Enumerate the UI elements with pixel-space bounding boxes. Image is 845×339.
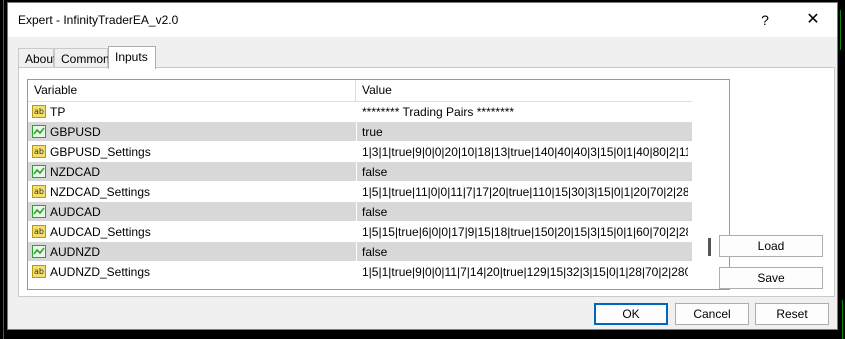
table-row[interactable]: ab AUDNZD_Settings 1|5|1|true|9|0|0|11|7|1… — [28, 262, 692, 282]
chart-background-line — [842, 300, 843, 339]
variable-value[interactable]: 1|5|1|true|11|0|0|11|7|17|20|true|110|15… — [362, 182, 688, 202]
variable-name: AUDCAD_Settings — [50, 225, 151, 239]
tab-about[interactable]: About — [18, 48, 56, 68]
variable-name: TP — [50, 105, 66, 119]
close-button[interactable]: ✕ — [803, 10, 823, 30]
window-title: Expert - InfinityTraderEA_v2.0 — [18, 13, 179, 27]
column-divider — [356, 202, 357, 221]
variable-name: AUDCAD — [50, 205, 101, 219]
string-parameter-icon: ab — [32, 225, 46, 238]
chart-background-line — [840, 10, 841, 50]
load-button[interactable]: Load — [719, 235, 823, 257]
grid-rows: ab TP ******** Trading Pairs ******** GBPUS… — [28, 102, 692, 282]
column-divider — [356, 222, 357, 241]
tab-common[interactable]: Common — [54, 48, 110, 68]
table-row[interactable]: ab NZDCAD_Settings 1|5|1|true|11|0|0|11|7|… — [28, 182, 692, 202]
table-row[interactable]: AUDCAD false — [28, 202, 692, 222]
expert-properties-dialog: Expert - InfinityTraderEA_v2.0 ? ✕ About… — [7, 2, 838, 330]
column-divider — [356, 182, 357, 201]
reset-button[interactable]: Reset — [755, 303, 829, 325]
inputs-grid: Variable Value ab TP ******** Trading Pair… — [27, 79, 730, 290]
variable-value[interactable]: 1|5|1|true|9|0|0|11|7|14|20|true|129|15|… — [362, 262, 688, 282]
column-divider — [356, 262, 357, 281]
column-divider — [356, 162, 357, 181]
variable-value[interactable]: false — [362, 242, 688, 262]
boolean-parameter-icon — [32, 245, 46, 258]
table-row[interactable]: GBPUSD true — [28, 122, 692, 142]
chart-background-line — [3, 0, 4, 339]
variable-value[interactable]: true — [362, 122, 688, 142]
variable-name: AUDNZD_Settings — [50, 265, 151, 279]
variable-value[interactable]: 1|3|1|true|9|0|0|20|10|18|13|true|140|40… — [362, 142, 688, 162]
column-divider — [356, 242, 357, 261]
table-row[interactable]: ab TP ******** Trading Pairs ******** — [28, 102, 692, 122]
variable-name: GBPUSD — [50, 125, 101, 139]
variable-value[interactable]: ******** Trading Pairs ******** — [362, 102, 688, 122]
scrollbar-thumb[interactable] — [708, 238, 711, 256]
save-button[interactable]: Save — [719, 267, 823, 289]
inputs-panel: Variable Value ab TP ******** Trading Pair… — [18, 67, 835, 297]
string-parameter-icon: ab — [32, 105, 46, 118]
variable-value[interactable]: 1|5|15|true|6|0|0|17|9|15|18|true|150|20… — [362, 222, 688, 242]
column-divider — [356, 102, 357, 121]
boolean-parameter-icon — [32, 205, 46, 218]
table-row[interactable]: ab AUDCAD_Settings 1|5|15|true|6|0|0|17|9|… — [28, 222, 692, 242]
variable-value[interactable]: false — [362, 162, 688, 182]
grid-header: Variable Value — [28, 80, 692, 102]
title-bar: Expert - InfinityTraderEA_v2.0 ? ✕ — [8, 3, 837, 37]
variable-name: NZDCAD — [50, 165, 100, 179]
column-divider — [356, 142, 357, 161]
string-parameter-icon: ab — [32, 185, 46, 198]
string-parameter-icon: ab — [32, 265, 46, 278]
vertical-scrollbar[interactable] — [692, 80, 729, 289]
column-header-value[interactable]: Value — [356, 80, 692, 101]
table-row[interactable]: ab GBPUSD_Settings 1|3|1|true|9|0|0|20|10|… — [28, 142, 692, 162]
variable-name: AUDNZD — [50, 245, 100, 259]
boolean-parameter-icon — [32, 125, 46, 138]
tab-inputs[interactable]: Inputs — [108, 46, 156, 69]
string-parameter-icon: ab — [32, 145, 46, 158]
help-button[interactable]: ? — [755, 10, 775, 30]
boolean-parameter-icon — [32, 165, 46, 178]
variable-value[interactable]: false — [362, 202, 688, 222]
variable-name: NZDCAD_Settings — [50, 185, 151, 199]
table-row[interactable]: AUDNZD false — [28, 242, 692, 262]
cancel-button[interactable]: Cancel — [675, 303, 749, 325]
column-divider — [356, 122, 357, 141]
table-row[interactable]: NZDCAD false — [28, 162, 692, 182]
column-header-variable[interactable]: Variable — [28, 80, 356, 101]
ok-button[interactable]: OK — [594, 303, 668, 325]
variable-name: GBPUSD_Settings — [50, 145, 151, 159]
